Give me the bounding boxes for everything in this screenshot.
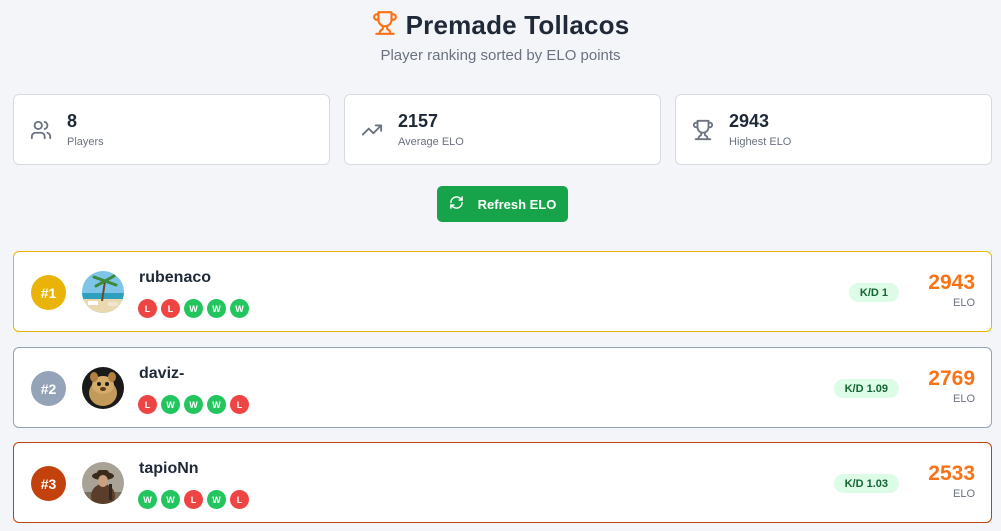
stat-value: 2157 <box>398 111 439 131</box>
page-title: Premade Tollacos <box>405 10 630 40</box>
player-name: daviz- <box>139 365 185 382</box>
result-loss: L <box>230 395 249 414</box>
kd-badge: K/D 1.09 <box>833 379 899 398</box>
avatar <box>82 462 124 504</box>
result-loss: L <box>138 299 157 318</box>
result-loss: L <box>161 299 180 318</box>
elo-label: ELO <box>952 297 975 309</box>
elo-block: 2943 ELO <box>928 271 975 310</box>
stat-value: 2943 <box>729 111 770 131</box>
users-icon <box>30 119 52 141</box>
trophy-icon <box>692 119 714 141</box>
player-card-daviz[interactable]: #2 daviz- L W W W L K/D 1.09 2769 ELO <box>13 347 992 428</box>
stat-card-highest-elo: 2943 Highest ELO <box>675 94 992 165</box>
page-header: Premade Tollacos Player ranking sorted b… <box>0 10 1001 64</box>
result-loss: L <box>230 490 249 509</box>
elo-block: 2533 ELO <box>928 462 975 501</box>
player-name: rubenaco <box>139 269 212 286</box>
stat-label: Average ELO <box>398 136 464 148</box>
stat-card-players: 8 Players <box>13 94 330 165</box>
result-loss: L <box>138 395 157 414</box>
title-row: Premade Tollacos <box>372 10 630 41</box>
result-win: W <box>184 299 203 318</box>
elo-value: 2769 <box>928 367 975 390</box>
stat-label: Players <box>67 136 104 148</box>
result-win: W <box>207 299 226 318</box>
elo-block: 2769 ELO <box>928 367 975 406</box>
stat-value: 8 <box>67 111 78 131</box>
elo-label: ELO <box>952 488 975 500</box>
result-win: W <box>184 395 203 414</box>
refresh-elo-label: Refresh ELO <box>477 196 557 212</box>
recent-results: L L W W W <box>138 299 249 318</box>
rank-badge: #2 <box>31 371 66 406</box>
elo-value: 2533 <box>928 462 975 485</box>
recent-results: W W L W L <box>138 490 249 509</box>
rank-badge: #3 <box>31 466 66 501</box>
refresh-icon <box>449 195 464 213</box>
recent-results: L W W W L <box>138 395 249 414</box>
stat-label: Highest ELO <box>729 136 792 148</box>
elo-value: 2943 <box>928 271 975 294</box>
result-win: W <box>161 395 180 414</box>
result-loss: L <box>184 490 203 509</box>
player-name: tapioNn <box>139 460 199 477</box>
result-win: W <box>207 395 226 414</box>
result-win: W <box>207 490 226 509</box>
avatar <box>82 367 124 409</box>
elo-label: ELO <box>952 393 975 405</box>
kd-badge: K/D 1 <box>848 283 899 302</box>
kd-badge: K/D 1.03 <box>833 474 899 493</box>
result-win: W <box>138 490 157 509</box>
trending-up-icon <box>361 119 383 141</box>
stat-card-average-elo: 2157 Average ELO <box>344 94 661 165</box>
trophy-icon <box>372 10 398 41</box>
player-card-tapionn[interactable]: #3 tapioNn W W L W L K/D 1.03 2533 ELO <box>13 442 992 523</box>
refresh-elo-button[interactable]: Refresh ELO <box>437 186 568 222</box>
rank-badge: #1 <box>31 275 66 310</box>
page-subtitle: Player ranking sorted by ELO points <box>380 47 621 64</box>
result-win: W <box>230 299 249 318</box>
result-win: W <box>161 490 180 509</box>
player-card-rubenaco[interactable]: #1 rubenaco L L W W W K/D 1 2943 ELO <box>13 251 992 332</box>
avatar <box>82 271 124 313</box>
